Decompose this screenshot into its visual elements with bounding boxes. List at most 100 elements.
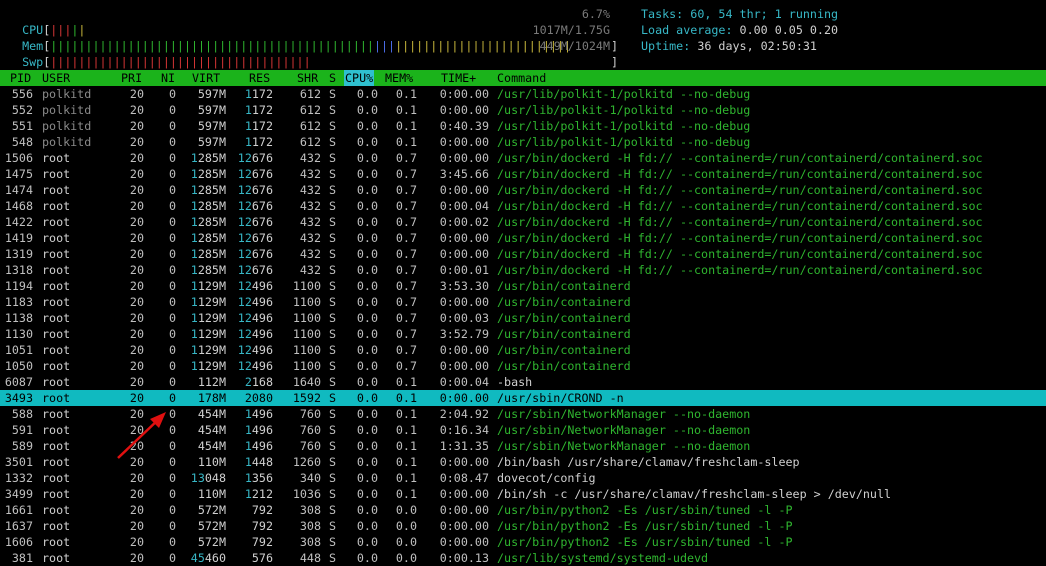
- col-time[interactable]: TIME+: [441, 70, 476, 86]
- cell-pid: 1332: [4, 471, 33, 485]
- cell-command: /usr/bin/dockerd -H fd:// --containerd=/…: [497, 183, 983, 197]
- cell-pid: 3501: [4, 455, 33, 469]
- cell-command: /usr/bin/dockerd -H fd:// --containerd=/…: [497, 231, 983, 245]
- cell-command: /bin/sh -c /usr/share/clamav/freshclam-s…: [497, 487, 892, 501]
- cell-command: /usr/sbin/NetworkManager --no-daemon: [497, 407, 751, 421]
- table-row[interactable]: 1050 root 20 0 1129M 12496 1100 S 0.0 0.7 0:00.00/…: [0, 358, 1046, 374]
- cell-time: 3:45.66: [439, 167, 489, 181]
- cell-mem: 0.7: [395, 359, 417, 373]
- col-command[interactable]: Command: [497, 70, 546, 86]
- table-row[interactable]: 1422 root 20 0 1285M 12676 432 S 0.0 0.7 0:00.02/u…: [0, 214, 1046, 230]
- table-row[interactable]: 591 root 20 0 454M 1496 760 S 0.0 0.1 0:16.34/usr/…: [0, 422, 1046, 438]
- cell-time: 0:16.34: [439, 423, 489, 437]
- cell-mem: 0.1: [395, 391, 417, 405]
- cell-mem: 0.0: [395, 519, 417, 533]
- cell-pid: 1475: [4, 167, 33, 181]
- table-row[interactable]: 1319 root 20 0 1285M 12676 432 S 0.0 0.7 0:00.00/u…: [0, 246, 1046, 262]
- cell-time: 0:00.00: [439, 231, 489, 245]
- cell-mem: 0.7: [395, 183, 417, 197]
- table-row-selected[interactable]: 3493 root 20 0 178M 2080 1592 S 0.0 0.1 0:00.00/us…: [0, 390, 1046, 406]
- cell-time: 0:08.47: [439, 471, 489, 485]
- table-row[interactable]: 1661 root 20 0 572M 792 308 S 0.0 0.0 0:00.00/usr/…: [0, 502, 1046, 518]
- cell-mem: 0.7: [395, 199, 417, 213]
- table-row[interactable]: 1475 root 20 0 1285M 12676 432 S 0.0 0.7 3:45.66/u…: [0, 166, 1046, 182]
- col-pid[interactable]: PID: [10, 70, 31, 86]
- cell-command: /usr/bin/containerd: [497, 359, 631, 373]
- cell-time: 3:53.30: [439, 279, 489, 293]
- cell-pid: 1051: [4, 343, 33, 357]
- cell-pid: 1474: [4, 183, 33, 197]
- table-row[interactable]: 1474 root 20 0 1285M 12676 432 S 0.0 0.7 0:00.00/u…: [0, 182, 1046, 198]
- uptime-value: 36 days, 02:50:31: [697, 39, 817, 53]
- cell-pid: 3499: [4, 487, 33, 501]
- cell-time: 0:00.00: [439, 151, 489, 165]
- col-shr[interactable]: SHR: [297, 70, 318, 86]
- cell-mem: 0.7: [395, 343, 417, 357]
- table-row[interactable]: 552 polkitd 20 0 597M 1172 612 S 0.0 0.1 0:00.00/u…: [0, 102, 1046, 118]
- cell-command: /usr/bin/dockerd -H fd:// --containerd=/…: [497, 151, 983, 165]
- table-row[interactable]: 548 polkitd 20 0 597M 1172 612 S 0.0 0.1 0:00.00/u…: [0, 134, 1046, 150]
- cell-command: /usr/bin/dockerd -H fd:// --containerd=/…: [497, 215, 983, 229]
- cell-time: 3:52.79: [439, 327, 489, 341]
- col-virt[interactable]: VIRT: [192, 70, 220, 86]
- cell-pid: 1319: [4, 247, 33, 261]
- col-s[interactable]: S: [329, 70, 336, 86]
- cell-mem: 0.1: [395, 423, 417, 437]
- cell-time: 1:31.35: [439, 439, 489, 453]
- cell-mem: 0.1: [395, 407, 417, 421]
- table-row[interactable]: 1130 root 20 0 1129M 12496 1100 S 0.0 0.7 3:52.79/…: [0, 326, 1046, 342]
- cell-time: 0:00.00: [439, 135, 489, 149]
- cell-command: /usr/sbin/CROND -n: [497, 391, 624, 405]
- cell-command: /usr/sbin/NetworkManager --no-daemon: [497, 439, 751, 453]
- table-row[interactable]: 381 root 20 0 45460 576 448 S 0.0 0.0 0:00.13/usr/…: [0, 550, 1046, 566]
- table-row[interactable]: 1138 root 20 0 1129M 12496 1100 S 0.0 0.7 0:00.03/…: [0, 310, 1046, 326]
- table-row[interactable]: 1637 root 20 0 572M 792 308 S 0.0 0.0 0:00.00/usr/…: [0, 518, 1046, 534]
- table-row[interactable]: 3501 root 20 0 110M 1448 1260 S 0.0 0.1 0:00.00/bi…: [0, 454, 1046, 470]
- col-mem[interactable]: MEM%: [385, 70, 413, 86]
- cell-mem: 0.0: [395, 535, 417, 549]
- cell-pid: 1637: [4, 519, 33, 533]
- table-row[interactable]: 1606 root 20 0 572M 792 308 S 0.0 0.0 0:00.00/usr/…: [0, 534, 1046, 550]
- cell-time: 0:00.00: [439, 391, 489, 405]
- cell-time: 0:00.00: [439, 183, 489, 197]
- cell-pid: 1506: [4, 151, 33, 165]
- cell-pid: 1138: [4, 311, 33, 325]
- col-res[interactable]: RES: [249, 70, 270, 86]
- table-row[interactable]: 556 polkitd 20 0 597M 1172 612 S 0.0 0.1 0:00.00/u…: [0, 86, 1046, 102]
- cell-time: 0:00.00: [439, 519, 489, 533]
- cell-time: 0:00.03: [439, 311, 489, 325]
- cell-time: 0:00.01: [439, 263, 489, 277]
- cell-mem: 0.1: [395, 103, 417, 117]
- col-user[interactable]: USER: [42, 70, 70, 86]
- table-row[interactable]: 551 polkitd 20 0 597M 1172 612 S 0.0 0.1 0:40.39/u…: [0, 118, 1046, 134]
- table-row[interactable]: 1194 root 20 0 1129M 12496 1100 S 0.0 0.7 3:53.30/…: [0, 278, 1046, 294]
- cell-time: 0:00.04: [439, 375, 489, 389]
- table-row[interactable]: 1318 root 20 0 1285M 12676 432 S 0.0 0.7 0:00.01/u…: [0, 262, 1046, 278]
- col-ni[interactable]: NI: [161, 70, 175, 86]
- table-row[interactable]: 3499 root 20 0 110M 1212 1036 S 0.0 0.1 0:00.00/bi…: [0, 486, 1046, 502]
- table-row[interactable]: 1183 root 20 0 1129M 12496 1100 S 0.0 0.7 0:00.00/…: [0, 294, 1046, 310]
- cell-mem: 0.1: [395, 439, 417, 453]
- cell-pid: 1661: [4, 503, 33, 517]
- cell-command: /usr/lib/polkit-1/polkitd --no-debug: [497, 103, 751, 117]
- cell-time: 2:04.92: [439, 407, 489, 421]
- cell-pid: 1318: [4, 263, 33, 277]
- table-row[interactable]: 588 root 20 0 454M 1496 760 S 0.0 0.1 2:04.92/usr/…: [0, 406, 1046, 422]
- table-row[interactable]: 1051 root 20 0 1129M 12496 1100 S 0.0 0.7 0:00.00/…: [0, 342, 1046, 358]
- col-pri[interactable]: PRI: [121, 70, 142, 86]
- cell-command: /usr/bin/dockerd -H fd:// --containerd=/…: [497, 199, 983, 213]
- cell-time: 0:00.00: [439, 343, 489, 357]
- col-cpu[interactable]: CPU%: [344, 70, 375, 86]
- table-row[interactable]: 1332 root 20 0 13048 1356 340 S 0.0 0.1 0:08.47 dov…: [0, 470, 1046, 486]
- cell-command: /usr/sbin/NetworkManager --no-daemon: [497, 423, 751, 437]
- table-row[interactable]: 1506 root 20 0 1285M 12676 432 S 0.0 0.7 0:00.00/u…: [0, 150, 1046, 166]
- cell-time: 0:00.04: [439, 199, 489, 213]
- mem-meter: Mem[||||||||||||||||||||||||||||||||||||…: [22, 23, 618, 69]
- cell-time: 0:00.00: [439, 535, 489, 549]
- table-row[interactable]: 1419 root 20 0 1285M 12676 432 S 0.0 0.7 0:00.00/u…: [0, 230, 1046, 246]
- cell-mem: 0.0: [395, 551, 417, 565]
- table-row[interactable]: 6087 root 20 0 112M 2168 1640 S 0.0 0.1 0:00.04 -ba…: [0, 374, 1046, 390]
- table-row[interactable]: 589 root 20 0 454M 1496 760 S 0.0 0.1 1:31.35/usr/…: [0, 438, 1046, 454]
- table-row[interactable]: 1468 root 20 0 1285M 12676 432 S 0.0 0.7 0:00.04/u…: [0, 198, 1046, 214]
- swp-meter: Swp[||||||||||||||||||||||||||||||||||||…: [22, 39, 618, 85]
